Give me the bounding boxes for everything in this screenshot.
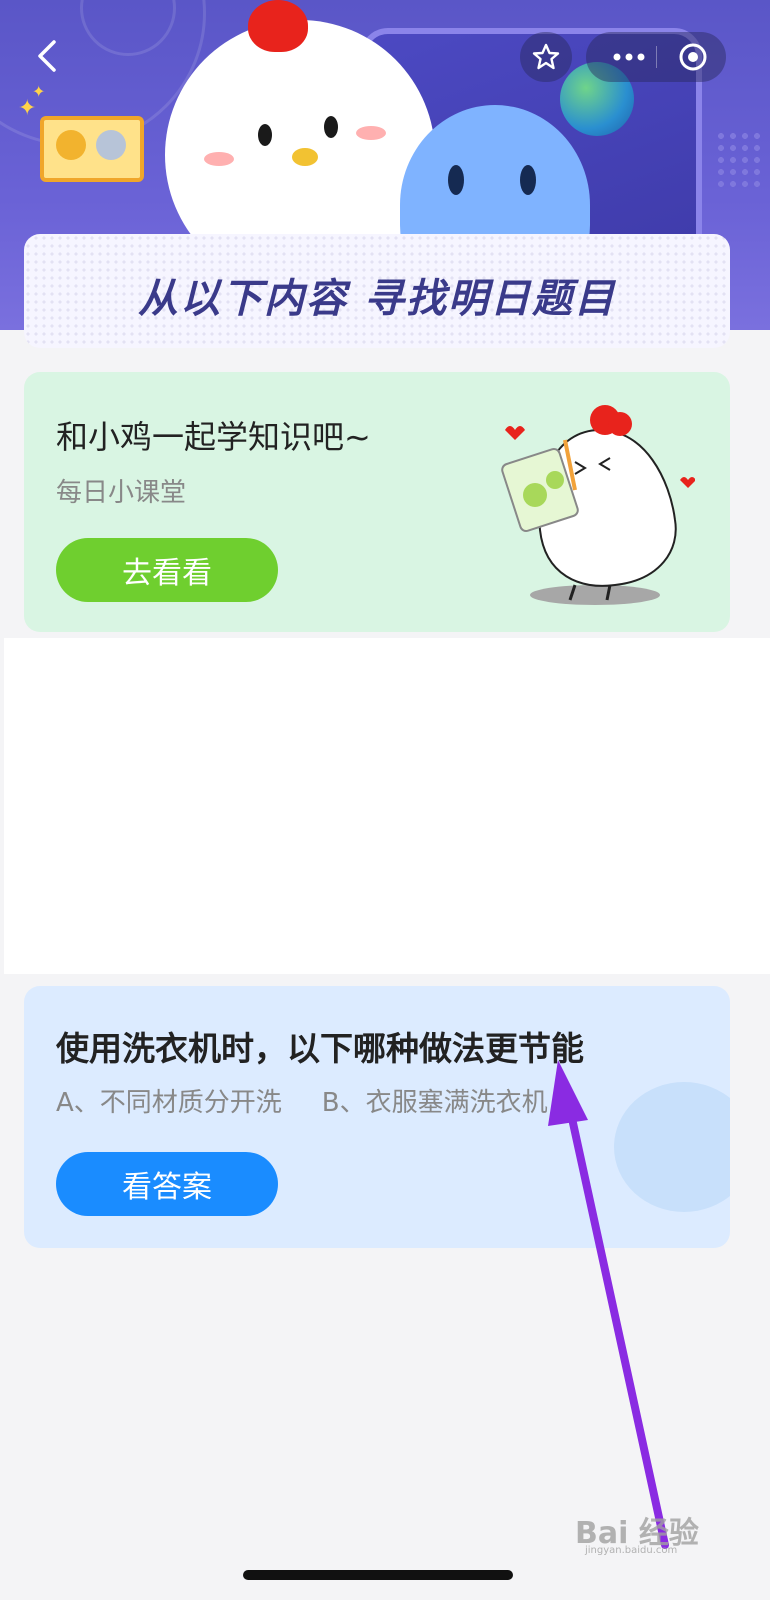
question-card[interactable]: 使用洗衣机时，以下哪种做法更节能 A、不同材质分开洗 B、衣服塞满洗衣机 看答案 [24,986,730,1248]
lesson-subtitle: 每日小课堂 [56,478,187,508]
chicken-blush [204,152,234,166]
empty-content-area [4,638,770,974]
capsule-divider [656,46,657,68]
more-icon [613,53,645,61]
chicken-drinking-illustration [501,405,695,605]
alien-eye [448,165,464,195]
silver-medal-icon [96,130,126,160]
question-text: 使用洗衣机时，以下哪种做法更节能 [56,1029,584,1068]
medal-frame-icon[interactable] [40,116,144,182]
chat-bubble-icon [614,1082,730,1212]
target-icon [679,43,707,71]
banner-title: 从以下内容 寻找明日题目 [138,276,616,322]
mini-program-capsule [586,32,726,82]
star-icon [532,43,560,70]
chicken-eye [324,116,338,138]
option-a: A、不同材质分开洗 [56,1088,282,1118]
options-row: A、不同材质分开洗 B、衣服塞满洗衣机 [56,1082,548,1119]
favorite-button[interactable] [520,32,572,82]
decor-dots [715,130,765,190]
section-banner: 从以下内容 寻找明日题目 [24,234,730,348]
lesson-title: 和小鸡一起学知识吧~ [56,418,371,456]
alien-eye [520,165,536,195]
watermark-url: jingyan.baidu.com [585,1545,678,1556]
chicken-blush [356,126,386,140]
view-answer-button[interactable]: 看答案 [56,1152,278,1216]
back-icon [38,40,56,72]
close-miniprogram-button[interactable] [668,32,718,82]
home-indicator[interactable] [243,1570,513,1580]
chicken-comb [248,0,308,52]
more-button[interactable] [604,32,654,82]
chicken-beak [292,148,318,166]
option-b: B、衣服塞满洗衣机 [321,1088,548,1118]
gold-medal-icon [56,130,86,160]
go-see-button[interactable]: 去看看 [56,538,278,602]
back-button[interactable] [28,36,68,76]
chicken-eye [258,124,272,146]
sparkle-icon: ✦ [32,82,46,101]
